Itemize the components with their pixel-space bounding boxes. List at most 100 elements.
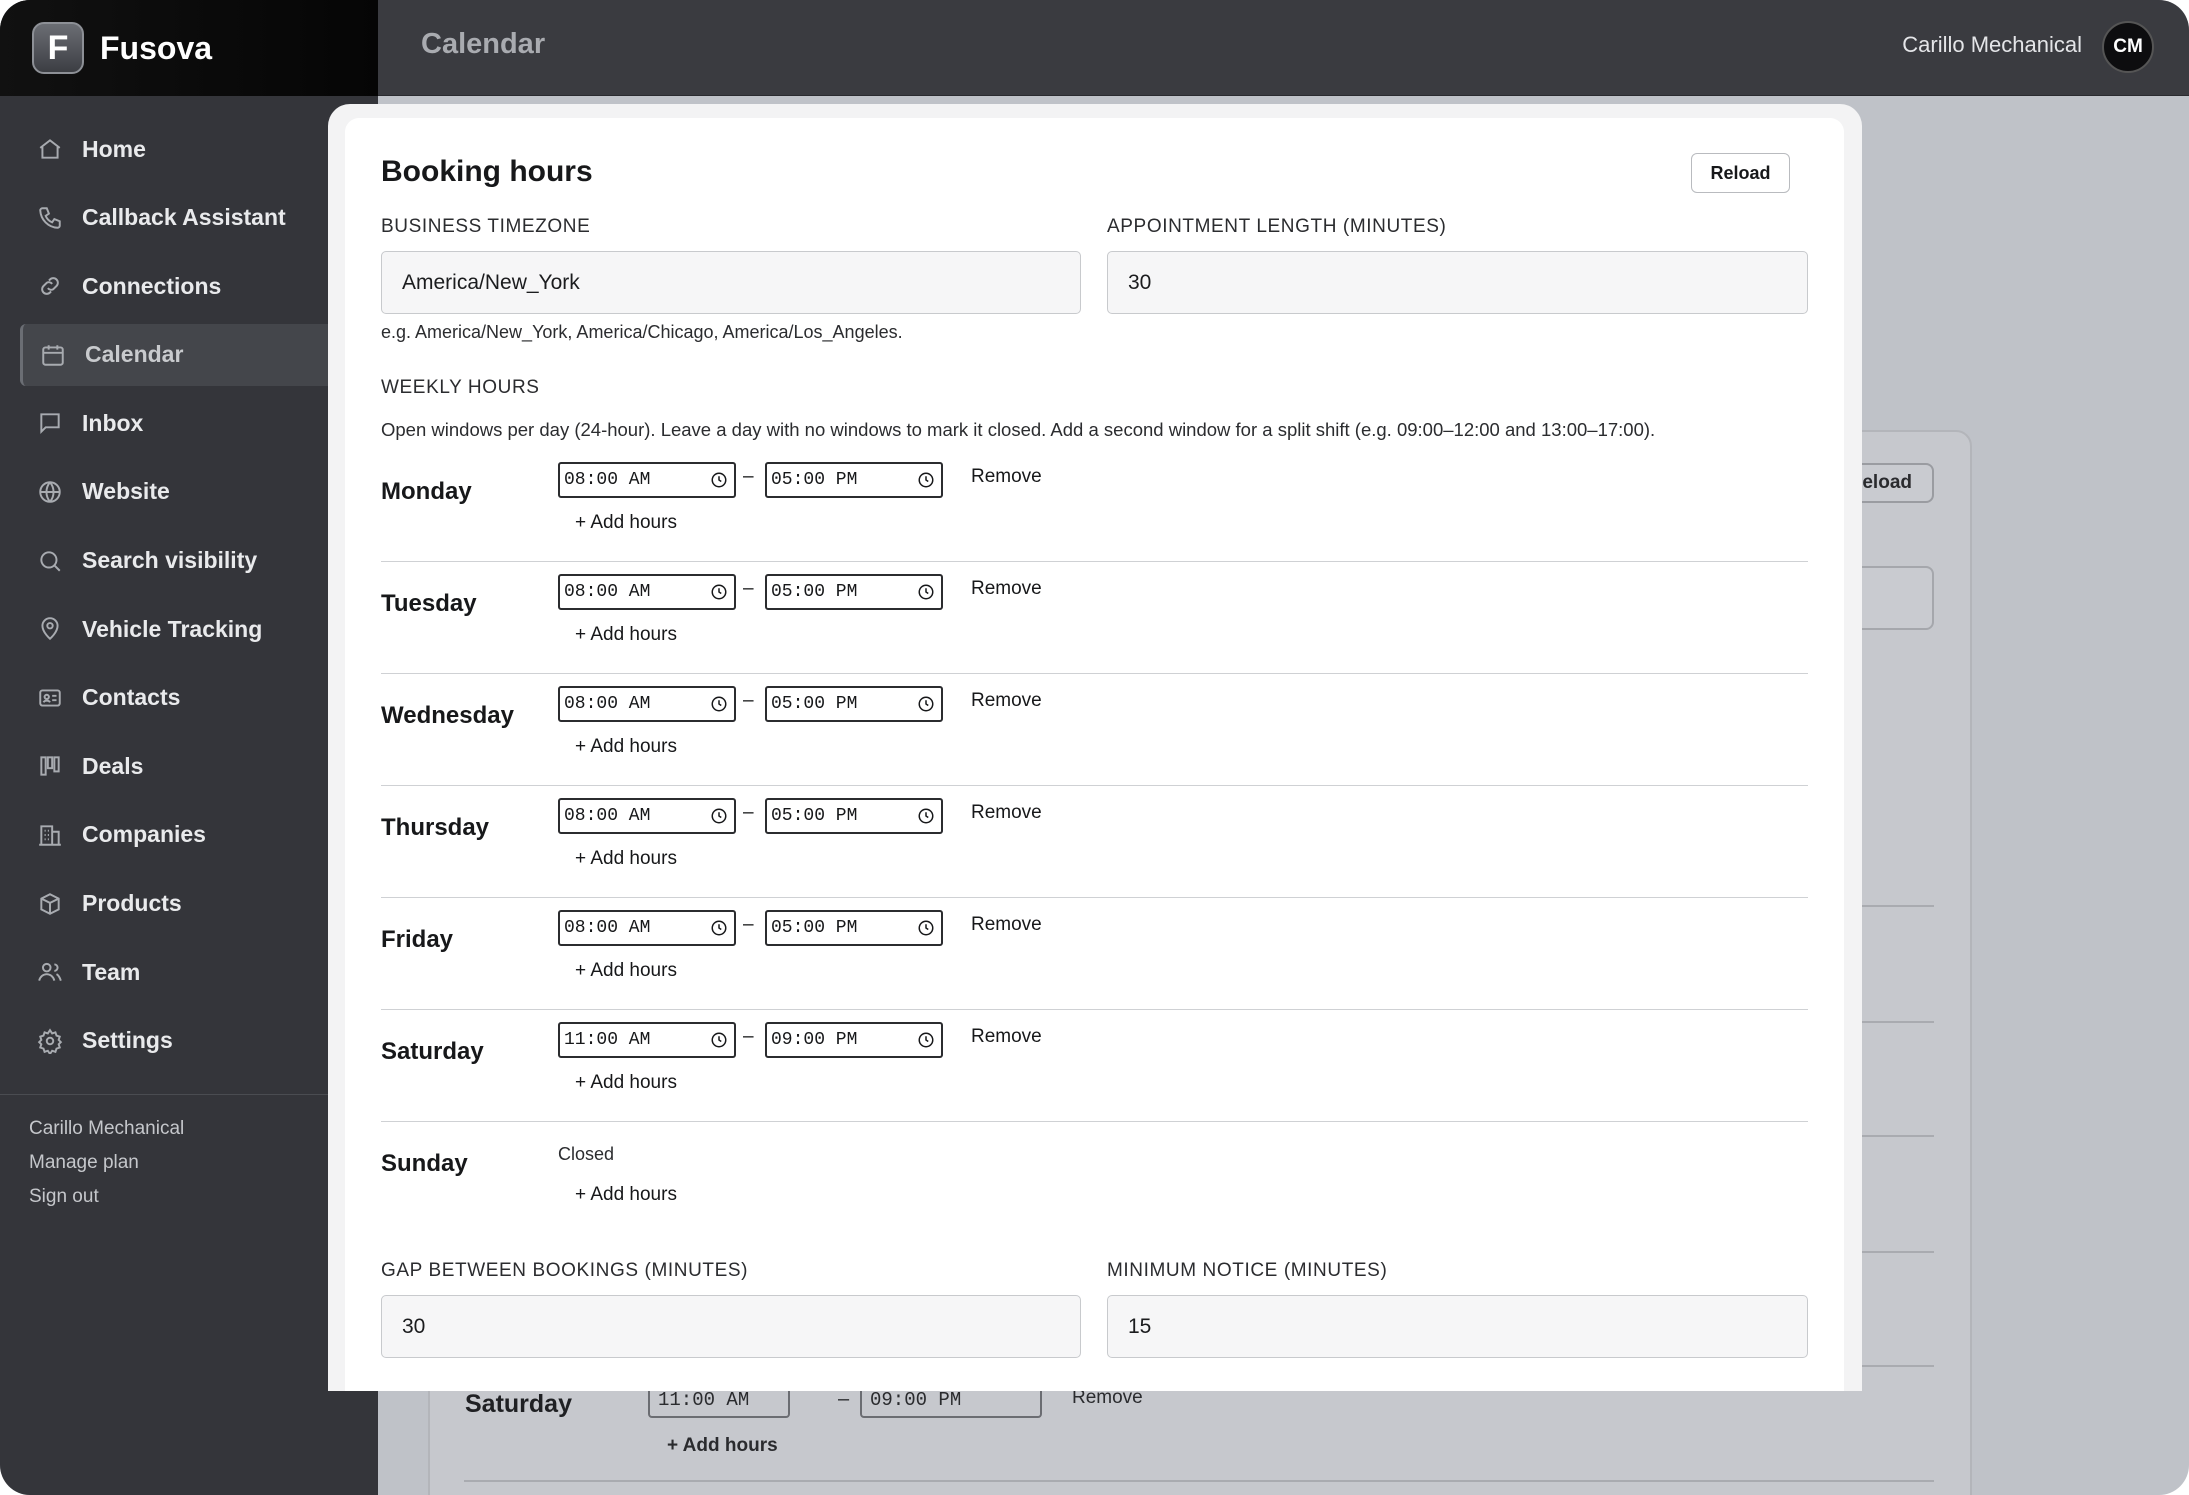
sidebar-item-label: Settings [82,1027,173,1054]
sidebar-item-label: Callback Assistant [82,204,286,231]
remove-window-button[interactable]: Remove [971,690,1042,712]
end-time-input[interactable]: 05:00 PM [765,574,943,610]
sidebar-item-label: Website [82,478,170,505]
start-time-input[interactable]: 08:00 AM [558,798,736,834]
start-time-input[interactable]: 11:00 AM [558,1022,736,1058]
sidebar-item-label: Vehicle Tracking [82,615,263,642]
sidebar-item-connections[interactable]: Connections [0,255,378,317]
sidebar-item-contacts[interactable]: Contacts [0,667,378,729]
sidebar-item-callback-assistant[interactable]: Callback Assistant [0,187,378,249]
brand[interactable]: F Fusova [0,0,378,96]
start-time-value: 08:00 AM [564,918,651,938]
sidebar-item-label: Deals [82,752,144,779]
calendar-icon [39,341,67,369]
add-hours-button[interactable]: + Add hours [575,1184,677,1206]
avatar[interactable]: CM [2102,21,2154,73]
add-hours-button[interactable]: + Add hours [575,848,677,870]
sidebar-item-home[interactable]: Home [0,118,378,180]
add-hours-button[interactable]: + Add hours [575,624,677,646]
day-row-friday: Friday 08:00 AM –05:00 PM Remove + Add hours [381,898,1808,1010]
remove-window-button[interactable]: Remove [971,802,1042,824]
sidebar-item-team[interactable]: Team [0,941,378,1003]
clock-icon[interactable] [917,1031,935,1049]
end-time-input[interactable]: 09:00 PM [765,1022,943,1058]
home-icon [36,135,64,163]
add-hours-button[interactable]: + Add hours [575,960,677,982]
sidebar-item-deals[interactable]: Deals [0,735,378,797]
clock-icon[interactable] [917,583,935,601]
remove-window-button[interactable]: Remove [971,1026,1042,1048]
sidebar-item-website[interactable]: Website [0,461,378,523]
building-icon [36,821,64,849]
clock-icon[interactable] [710,471,728,489]
appointment-length-label: APPOINTMENT LENGTH (MINUTES) [1107,216,1447,237]
manage-plan-link[interactable]: Manage plan [29,1152,184,1174]
end-time-value: 05:00 PM [771,806,858,826]
sidebar-item-label: Team [82,958,141,985]
clock-icon[interactable] [710,695,728,713]
gear-icon [36,1027,64,1055]
users-icon [36,958,64,986]
sidebar-item-inbox[interactable]: Inbox [0,392,378,454]
clock-icon[interactable] [710,1031,728,1049]
clock-icon[interactable] [710,583,728,601]
background-divider [1860,1251,1934,1253]
sidebar-item-label: Search visibility [82,547,258,574]
link-icon [36,272,64,300]
sidebar-item-label: Calendar [85,341,184,368]
minimum-notice-input[interactable]: 15 [1107,1295,1808,1358]
add-hours-button[interactable]: + Add hours [575,1072,677,1094]
footer-company-name: Carillo Mechanical [29,1118,185,1139]
timezone-input[interactable]: America/New_York [381,251,1081,314]
background-divider [1860,1135,1934,1137]
gap-input[interactable]: 30 [381,1295,1081,1358]
end-time-input[interactable]: 05:00 PM [765,798,943,834]
start-time-input[interactable]: 08:00 AM [558,686,736,722]
sidebar-item-label: Inbox [82,409,144,436]
brand-logo: F [32,22,84,74]
app-window: F Fusova Home Callback Assistant Connectio… [0,0,2189,1495]
map-pin-icon [36,615,64,643]
sign-out-link[interactable]: Sign out [29,1186,184,1208]
sidebar-item-calendar[interactable]: Calendar [20,323,378,386]
clock-icon[interactable] [917,471,935,489]
sidebar: F Fusova Home Callback Assistant Connectio… [0,0,378,1495]
box-icon [36,890,64,918]
sidebar-item-vehicle-tracking[interactable]: Vehicle Tracking [0,598,378,660]
remove-window-button[interactable]: Remove [971,914,1042,936]
add-hours-button[interactable]: + Add hours [575,512,677,534]
background-divider [1860,1365,1934,1367]
time-range-dash: – [743,690,754,711]
start-time-input[interactable]: 08:00 AM [558,574,736,610]
account-name[interactable]: Carillo Mechanical [1902,32,2082,58]
remove-window-button[interactable]: Remove [971,578,1042,600]
sidebar-nav: Home Callback Assistant Connections Calenda… [0,118,378,1078]
appointment-length-input[interactable]: 30 [1107,251,1808,314]
background-day-name: Saturday [465,1390,572,1418]
end-time-input[interactable]: 05:00 PM [765,910,943,946]
reload-button[interactable]: Reload [1691,153,1790,193]
clock-icon[interactable] [710,807,728,825]
clock-icon[interactable] [917,919,935,937]
sidebar-item-products[interactable]: Products [0,873,378,935]
weekly-hours-description: Open windows per day (24-hour). Leave a … [381,419,1656,440]
closed-label: Closed [558,1144,615,1164]
end-time-input[interactable]: 05:00 PM [765,686,943,722]
add-hours-button[interactable]: + Add hours [575,736,677,758]
weekly-hours-label: WEEKLY HOURS [381,377,540,398]
sidebar-item-companies[interactable]: Companies [0,804,378,866]
sidebar-item-settings[interactable]: Settings [0,1010,378,1072]
day-name: Thursday [381,814,490,841]
sidebar-item-search-visibility[interactable]: Search visibility [0,530,378,592]
end-time-input[interactable]: 05:00 PM [765,462,943,498]
start-time-input[interactable]: 08:00 AM [558,462,736,498]
day-name: Wednesday [381,702,514,729]
start-time-value: 08:00 AM [564,582,651,602]
end-time-value: 05:00 PM [771,470,858,490]
remove-window-button[interactable]: Remove [971,466,1042,488]
clock-icon[interactable] [917,695,935,713]
clock-icon[interactable] [917,807,935,825]
start-time-input[interactable]: 08:00 AM [558,910,736,946]
clock-icon[interactable] [710,919,728,937]
background-dash: – [838,1388,850,1410]
